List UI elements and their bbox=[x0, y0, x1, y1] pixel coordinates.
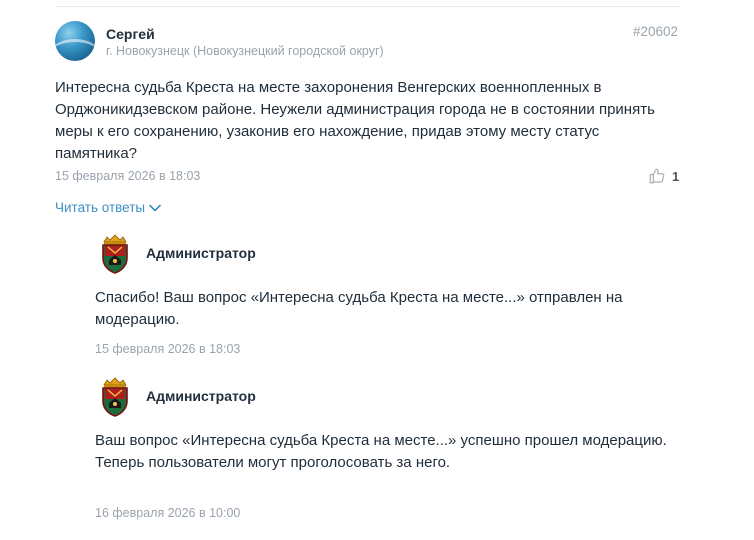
reply-text: Ваш вопрос «Интересна судьба Креста на м… bbox=[95, 430, 675, 474]
like-button[interactable]: 1 bbox=[648, 167, 679, 185]
read-replies-label: Читать ответы bbox=[55, 200, 146, 215]
reply-text-line: Спасибо! Ваш вопрос «Интересна судьба Кр… bbox=[95, 289, 623, 328]
thumbs-up-icon bbox=[649, 168, 665, 184]
comment-author[interactable]: Сергей bbox=[106, 26, 155, 42]
reply-text-line: Теперь пользователи могут проголосовать … bbox=[95, 454, 451, 471]
comment-text: Интересна судьба Креста на месте захорон… bbox=[55, 79, 655, 162]
reply-author: Администратор bbox=[146, 245, 256, 261]
chevron-down-icon bbox=[149, 204, 161, 211]
comment-id-link[interactable]: #20602 bbox=[633, 24, 678, 39]
read-replies-toggle[interactable]: Читать ответы bbox=[55, 200, 161, 215]
top-divider bbox=[55, 6, 679, 7]
like-count: 1 bbox=[672, 168, 680, 184]
comment-location: г. Новокузнецк (Новокузнецкий городской … bbox=[106, 44, 384, 58]
reply-date: 15 февраля 2026 в 18:03 bbox=[95, 342, 241, 356]
reply-text-line: Ваш вопрос «Интересна судьба Креста на м… bbox=[95, 432, 667, 449]
reply-author: Администратор bbox=[146, 388, 256, 404]
reply-date: 16 февраля 2026 в 10:00 bbox=[95, 506, 241, 520]
admin-coat-of-arms-icon bbox=[102, 377, 128, 417]
admin-coat-of-arms-icon bbox=[102, 234, 128, 274]
user-avatar[interactable] bbox=[55, 21, 95, 61]
reply-text: Спасибо! Ваш вопрос «Интересна судьба Кр… bbox=[95, 287, 675, 331]
comment-date: 15 февраля 2026 в 18:03 bbox=[55, 169, 201, 183]
